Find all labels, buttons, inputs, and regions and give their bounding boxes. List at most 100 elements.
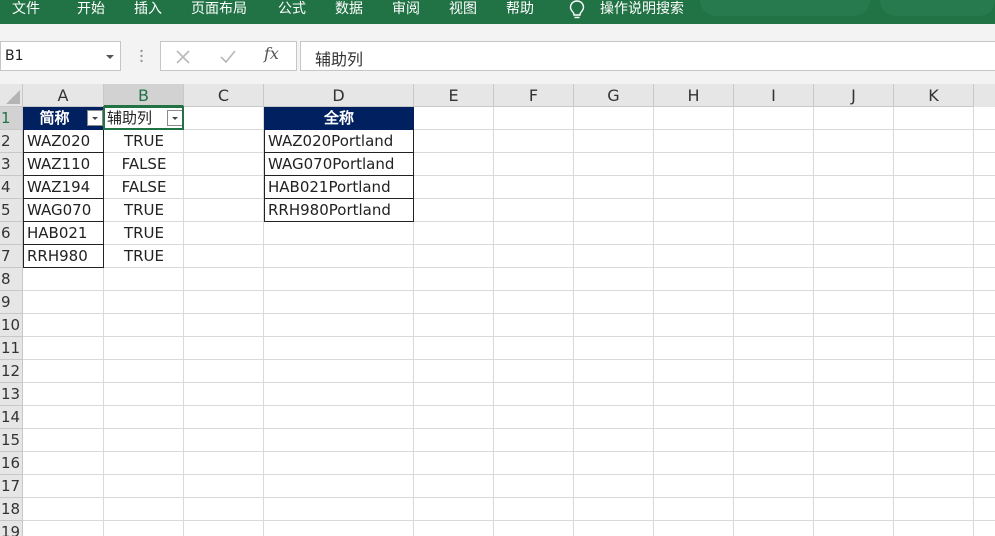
grid-line: [893, 107, 894, 536]
row-header-6[interactable]: 6: [0, 222, 23, 245]
formula-content: 辅助列: [315, 50, 364, 69]
grid-line: [23, 336, 995, 337]
lightbulb-icon: [569, 0, 585, 19]
tell-me-label: 操作说明搜索: [600, 1, 684, 17]
name-box[interactable]: B1: [0, 41, 121, 71]
menu-help[interactable]: 帮助: [506, 0, 534, 24]
grid-line: [23, 313, 995, 314]
row-header-19[interactable]: 19: [0, 521, 23, 536]
cell-helper-value[interactable]: FALSE: [104, 153, 184, 176]
menu-formulas[interactable]: 公式: [278, 0, 306, 24]
column-header-E[interactable]: E: [414, 84, 494, 107]
cell-short-name[interactable]: WAZ020: [23, 130, 104, 153]
cell-full-name[interactable]: HAB021Portland: [264, 176, 414, 199]
menu-review[interactable]: 审阅: [392, 0, 420, 24]
row-headers: 1 2 3 4 5 6 7 8 9 10 11 12 13 14 15 16 17 18 19: [0, 107, 23, 536]
row-header-9[interactable]: 9: [0, 291, 23, 314]
menu-home[interactable]: 开始: [77, 0, 105, 24]
row-header-10[interactable]: 10: [0, 314, 23, 337]
grid-line: [573, 107, 574, 536]
menu-insert[interactable]: 插入: [134, 0, 162, 24]
ribbon-decoration: [700, 0, 870, 16]
function-icon[interactable]: fx: [264, 44, 279, 63]
cell-short-name[interactable]: HAB021: [23, 222, 104, 245]
menu-page-layout[interactable]: 页面布局: [191, 0, 247, 24]
filter-dropdown-icon[interactable]: [87, 110, 103, 126]
cell-area[interactable]: 简称 辅助列 WAZ020 TRUE WAZ110 FALSE WAZ194 FALSE WAG…: [23, 106, 995, 536]
column-header-B[interactable]: B: [104, 84, 184, 107]
row-header-1[interactable]: 1: [0, 107, 23, 130]
cell-full-name[interactable]: WAZ020Portland: [264, 130, 414, 153]
filter-dropdown-icon[interactable]: [167, 110, 183, 126]
cell-short-name[interactable]: WAG070: [23, 199, 104, 222]
cell-helper-value[interactable]: TRUE: [104, 199, 184, 222]
more-dots-icon: [140, 49, 143, 63]
column-header-J[interactable]: J: [814, 84, 894, 107]
grid-line: [23, 451, 995, 452]
table-header-helper-column[interactable]: 辅助列: [104, 107, 184, 130]
grid-line: [23, 359, 995, 360]
spreadsheet-grid: ABCDEFGHIJK 1 2 3 4 5 6 7 8 9 10 11 12 13 14 15 16 17 18 1…: [0, 84, 995, 536]
formula-buttons: fx: [160, 41, 297, 71]
ribbon-menu-bar: 文件 开始 插入 页面布局 公式 数据 审阅 视图 帮助 操作说明搜索: [0, 0, 995, 24]
cell-short-name[interactable]: RRH980: [23, 245, 104, 268]
column-headers: ABCDEFGHIJK: [23, 84, 995, 107]
row-header-12[interactable]: 12: [0, 360, 23, 383]
select-all-button[interactable]: [0, 84, 23, 107]
formula-bar-area: B1 fx 辅助列: [0, 24, 995, 84]
row-header-14[interactable]: 14: [0, 406, 23, 429]
cell-short-name[interactable]: WAZ194: [23, 176, 104, 199]
column-header-C[interactable]: C: [184, 84, 264, 107]
grid-line: [653, 107, 654, 536]
formula-input[interactable]: 辅助列: [300, 41, 995, 71]
table-header-full-name[interactable]: 全称: [264, 107, 414, 130]
menu-data[interactable]: 数据: [335, 0, 363, 24]
row-header-13[interactable]: 13: [0, 383, 23, 406]
column-header-A[interactable]: A: [23, 84, 104, 107]
grid-line: [23, 290, 995, 291]
table-header-short-name[interactable]: 简称: [23, 107, 104, 130]
grid-line: [733, 107, 734, 536]
cell-full-name[interactable]: WAG070Portland: [264, 153, 414, 176]
grid-line: [973, 107, 974, 536]
column-header-I[interactable]: I: [734, 84, 814, 107]
grid-line: [23, 405, 995, 406]
row-header-16[interactable]: 16: [0, 452, 23, 475]
row-header-2[interactable]: 2: [0, 130, 23, 153]
grid-line: [23, 428, 995, 429]
column-header-F[interactable]: F: [494, 84, 574, 107]
cell-helper-value[interactable]: TRUE: [104, 245, 184, 268]
grid-line: [23, 382, 995, 383]
cell-full-name[interactable]: RRH980Portland: [264, 199, 414, 222]
row-header-15[interactable]: 15: [0, 429, 23, 452]
close-icon[interactable]: [172, 46, 194, 68]
column-header-G[interactable]: G: [574, 84, 654, 107]
row-header-7[interactable]: 7: [0, 245, 23, 268]
row-header-18[interactable]: 18: [0, 498, 23, 521]
row-header-8[interactable]: 8: [0, 268, 23, 291]
grid-line: [23, 520, 995, 521]
cell-helper-value[interactable]: TRUE: [104, 130, 184, 153]
column-header-K[interactable]: K: [894, 84, 974, 107]
row-header-5[interactable]: 5: [0, 199, 23, 222]
menu-file[interactable]: 文件: [12, 0, 40, 24]
menu-view[interactable]: 视图: [449, 0, 477, 24]
ribbon-decoration: [880, 0, 995, 16]
row-header-3[interactable]: 3: [0, 153, 23, 176]
row-header-11[interactable]: 11: [0, 337, 23, 360]
grid-line: [23, 474, 995, 475]
row-header-17[interactable]: 17: [0, 475, 23, 498]
row-header-4[interactable]: 4: [0, 176, 23, 199]
select-all-triangle-icon: [6, 90, 20, 104]
name-box-value: B1: [5, 48, 24, 64]
grid-line: [813, 107, 814, 536]
cell-helper-value[interactable]: TRUE: [104, 222, 184, 245]
cell-short-name[interactable]: WAZ110: [23, 153, 104, 176]
grid-line: [493, 107, 494, 536]
column-header-D[interactable]: D: [264, 84, 414, 107]
chevron-down-icon[interactable]: [106, 55, 114, 59]
grid-line: [23, 497, 995, 498]
check-icon[interactable]: [217, 46, 239, 68]
column-header-H[interactable]: H: [654, 84, 734, 107]
cell-helper-value[interactable]: FALSE: [104, 176, 184, 199]
